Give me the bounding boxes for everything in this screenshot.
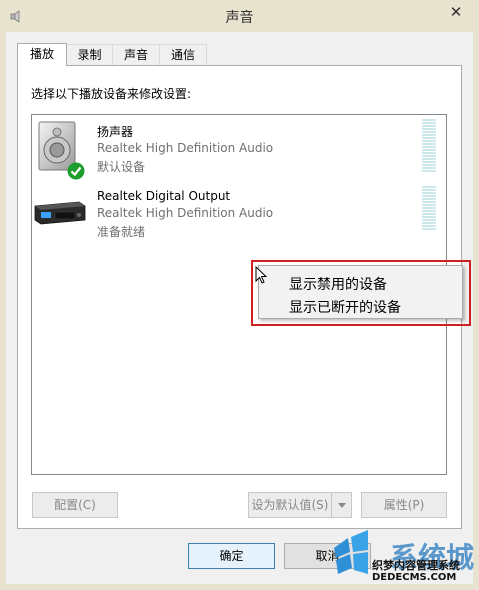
- default-check-icon: [67, 162, 85, 180]
- device-item-speaker[interactable]: 扬声器 Realtek High Definition Audio 默认设备: [33, 118, 445, 180]
- tab-playback[interactable]: 播放: [17, 43, 67, 66]
- set-default-button[interactable]: 设为默认值(S): [248, 492, 332, 518]
- device-driver: Realtek High Definition Audio: [97, 141, 274, 155]
- chevron-down-icon: [337, 503, 346, 508]
- button-label: 属性(P): [383, 498, 425, 512]
- device-driver: Realtek High Definition Audio: [97, 206, 274, 220]
- device-status: 默认设备: [97, 160, 146, 174]
- instruction-text: 选择以下播放设备来修改设置:: [31, 87, 192, 101]
- device-status: 准备就绪: [97, 225, 146, 239]
- close-button[interactable]: ✕: [436, 1, 476, 23]
- tab-communications[interactable]: 通信: [159, 44, 207, 65]
- device-name: Realtek Digital Output: [97, 189, 231, 203]
- ok-button[interactable]: 确定: [188, 543, 275, 569]
- windows-logo-icon: [334, 530, 368, 574]
- set-default-dropdown[interactable]: [331, 492, 352, 518]
- close-icon: ✕: [449, 3, 463, 21]
- watermark-name: 织梦内容管理系统: [372, 559, 460, 572]
- volume-level-meter: [422, 119, 436, 173]
- button-label: 确定: [219, 549, 244, 563]
- tab-recording[interactable]: 录制: [66, 44, 113, 65]
- mouse-cursor-icon: [255, 266, 267, 284]
- properties-button[interactable]: 属性(P): [361, 492, 447, 518]
- digital-output-icon: [34, 201, 86, 225]
- tab-label: 播放: [29, 47, 54, 61]
- sound-dialog: 声音 ✕ 播放 录制 声音 通信 选择以下播放设备来修改设置: 扬声器 Real…: [0, 0, 479, 590]
- tab-sounds[interactable]: 声音: [112, 44, 160, 65]
- window-title: 声音: [225, 10, 254, 26]
- watermark-url: DEDECMS.COM: [372, 572, 457, 583]
- volume-level-meter: [422, 186, 436, 231]
- menu-item-show-disconnected-devices[interactable]: 显示已断开的设备: [289, 297, 401, 317]
- tab-label: 通信: [170, 48, 195, 62]
- button-label: 设为默认值(S): [251, 498, 329, 512]
- configure-button[interactable]: 配置(C): [32, 492, 118, 518]
- menu-item-show-disabled-devices[interactable]: 显示禁用的设备: [289, 274, 387, 294]
- tab-label: 录制: [77, 48, 102, 62]
- title-bar[interactable]: 声音 ✕: [0, 0, 479, 32]
- context-menu: 显示禁用的设备 显示已断开的设备: [258, 265, 463, 319]
- device-name: 扬声器: [97, 125, 134, 139]
- tab-label: 声音: [123, 48, 148, 62]
- button-label: 配置(C): [54, 498, 96, 512]
- device-item-digital-output[interactable]: Realtek Digital Output Realtek High Defi…: [33, 186, 445, 242]
